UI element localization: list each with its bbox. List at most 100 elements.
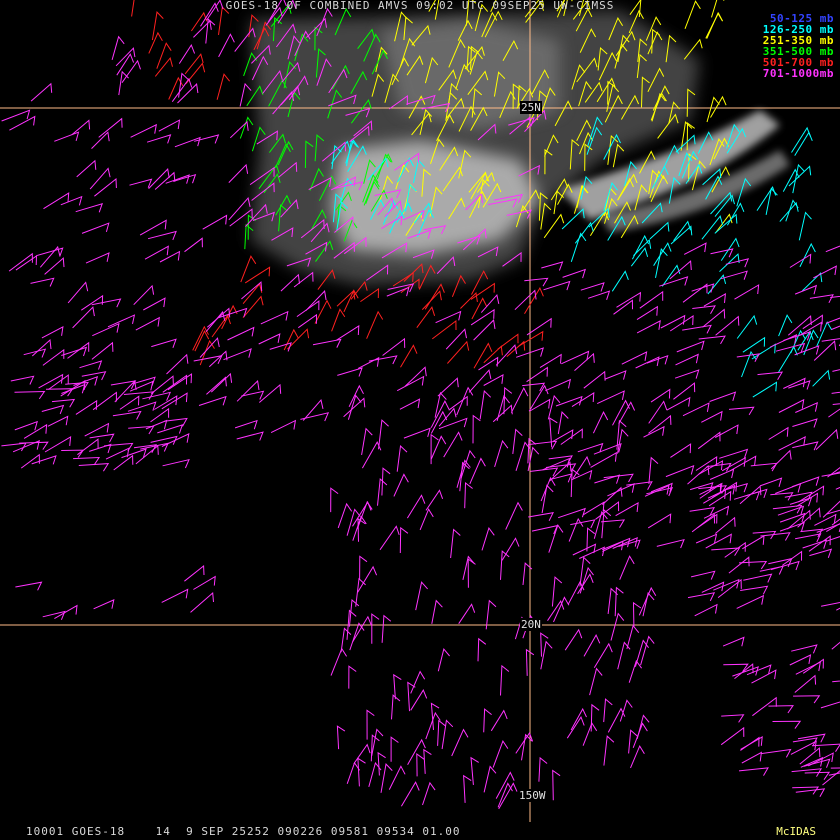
wind-barb — [492, 740, 509, 768]
wind-barb — [522, 382, 546, 392]
wind-barb — [396, 375, 425, 392]
wind-barb — [703, 292, 726, 307]
wind-barb — [348, 598, 360, 627]
wind-barb — [543, 280, 571, 291]
wind-barb — [467, 558, 476, 588]
wind-barb — [435, 310, 462, 324]
wind-barb — [202, 214, 228, 230]
wind-barb — [381, 614, 392, 643]
wind-barb — [194, 134, 220, 144]
wind-barb — [714, 516, 736, 534]
wind-barb — [54, 604, 78, 620]
wind-barb — [741, 751, 763, 764]
wind-barb — [729, 455, 757, 472]
wind-barb — [636, 305, 658, 321]
wind-barb — [628, 659, 643, 683]
wind-barb — [673, 382, 696, 400]
wind-barb — [626, 624, 640, 650]
wind-barb — [47, 415, 69, 427]
wind-barb — [98, 117, 123, 138]
wind-barb — [85, 252, 110, 264]
wind-barb — [425, 489, 444, 511]
wind-barb — [14, 390, 46, 400]
wind-barb — [568, 517, 584, 542]
wind-barb — [456, 386, 474, 416]
wind-barb — [234, 419, 258, 430]
wind-barb — [825, 317, 840, 324]
wind-barb — [156, 42, 172, 69]
wind-barb — [587, 290, 611, 300]
wind-barb — [470, 282, 495, 300]
wind-barb — [757, 371, 784, 381]
wind-barb — [390, 736, 399, 762]
wind-barb — [772, 720, 802, 729]
wind-barb — [611, 270, 629, 292]
wind-barb — [710, 248, 734, 258]
wind-barb — [406, 494, 426, 519]
wind-barb — [72, 306, 95, 329]
wind-barb — [228, 197, 251, 221]
wind-barb — [472, 414, 481, 444]
wind-barb — [150, 435, 178, 445]
wind-barb — [582, 722, 598, 746]
wind-barb — [795, 533, 822, 543]
wind-barb — [393, 473, 409, 497]
wind-barb — [61, 346, 88, 357]
wind-barb — [480, 294, 500, 313]
wind-barb — [223, 348, 252, 361]
wind-barb — [792, 737, 818, 747]
wind-barb — [198, 395, 227, 406]
wind-barb — [670, 443, 692, 458]
wind-barb — [494, 439, 509, 468]
wind-barb — [539, 353, 562, 369]
wind-barb — [560, 428, 583, 445]
wind-barb — [337, 502, 353, 529]
wind-barb — [616, 291, 642, 308]
wind-barb — [830, 295, 840, 298]
wind-barb — [366, 709, 375, 740]
wind-barb — [760, 532, 791, 541]
wind-barb — [148, 31, 163, 54]
wind-barb — [795, 661, 821, 675]
wind-barb — [129, 178, 153, 188]
wind-barb — [42, 610, 66, 620]
wind-barb — [561, 208, 585, 230]
wind-barb — [399, 398, 421, 410]
wind-barb — [775, 342, 806, 353]
wind-barb — [674, 369, 700, 379]
wind-barb — [151, 11, 164, 41]
wind-barb — [736, 314, 758, 339]
wind-barb — [167, 373, 193, 391]
wind-barb — [240, 255, 257, 283]
wind-barb — [130, 123, 157, 138]
wind-barb — [73, 456, 101, 466]
wind-barb — [808, 535, 831, 552]
wind-barb — [590, 451, 618, 468]
wind-barb — [1, 442, 27, 452]
wind-barb — [174, 136, 201, 148]
wind-barb — [236, 379, 260, 402]
wind-barb — [543, 213, 565, 239]
wind-barb — [157, 424, 184, 434]
wind-barb — [675, 353, 699, 366]
wind-barb — [831, 391, 840, 394]
wind-barb — [614, 586, 624, 617]
wind-barb — [682, 283, 708, 303]
wind-barb — [159, 250, 181, 263]
wind-barb — [809, 548, 833, 558]
wind-barb — [570, 468, 580, 498]
wind-barb — [469, 457, 486, 485]
wind-barb — [613, 299, 633, 315]
wind-barb — [607, 707, 626, 733]
wind-barb — [361, 427, 373, 455]
wind-barb — [728, 406, 755, 416]
wind-barb — [814, 513, 837, 526]
wind-barb — [371, 613, 380, 644]
wind-barb — [154, 395, 178, 410]
wind-barb — [89, 433, 115, 443]
wind-barb — [701, 410, 723, 423]
wind-barb — [60, 195, 83, 206]
wind-barb — [822, 500, 840, 518]
wind-barb — [162, 458, 190, 469]
wind-barb — [809, 294, 834, 304]
